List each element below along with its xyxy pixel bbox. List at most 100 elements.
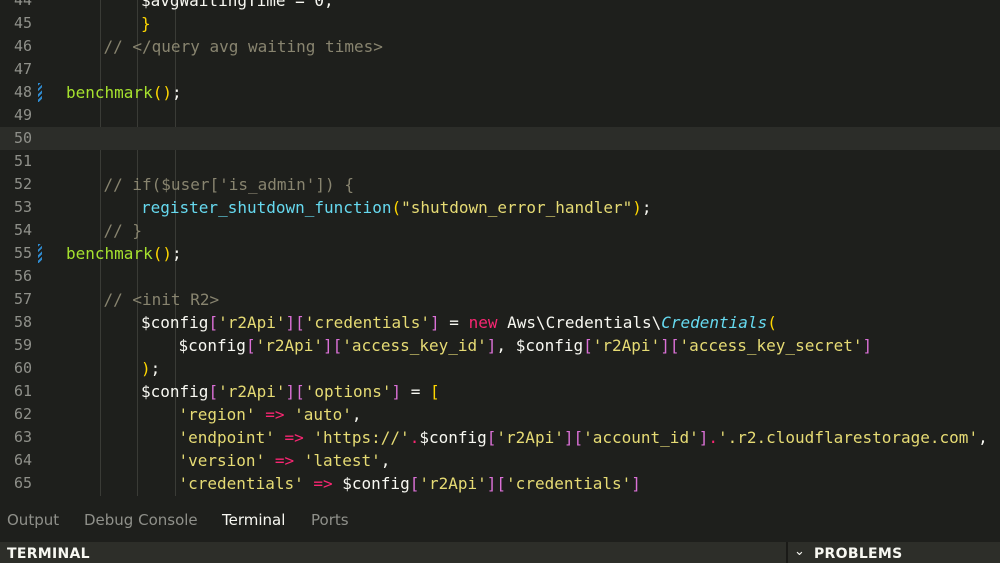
problems-section-header[interactable]: ⌄ PROBLEMS	[788, 542, 1000, 563]
code-token: [	[409, 474, 420, 493]
code-line[interactable]: 52 // if($user['is_admin']) {	[0, 173, 1000, 196]
code-line[interactable]: 53 register_shutdown_function("shutdown_e…	[0, 196, 1000, 219]
code-line[interactable]: 63'endpoint' => 'https://'.$config['r2Ap…	[0, 426, 1000, 449]
code-text: benchmark();	[66, 242, 182, 265]
code-token: 'r2Api'	[496, 428, 564, 447]
code-text: // </query avg waiting times>	[104, 35, 383, 58]
code-text: benchmark();	[66, 81, 182, 104]
line-number: 65	[13, 474, 32, 492]
problems-header-label: PROBLEMS	[814, 546, 903, 562]
code-token: )	[141, 359, 151, 378]
code-line[interactable]: 44 $avgWaitingTime = 0;	[0, 0, 1000, 12]
modified-line-marker[interactable]	[38, 83, 42, 102]
code-token: // <init R2>	[103, 290, 220, 309]
code-line[interactable]: 58 $config['r2Api']['credentials'] = new …	[0, 311, 1000, 334]
code-line[interactable]: 47	[0, 58, 1000, 81]
panel-tab-bar: Output Debug Console Terminal Ports	[0, 496, 1000, 543]
code-token: [	[430, 382, 440, 401]
code-token: // }	[103, 221, 143, 240]
code-token: )	[632, 198, 642, 217]
code-line[interactable]: 55 benchmark();	[0, 242, 1000, 265]
tab-terminal[interactable]: Terminal	[222, 511, 285, 529]
code-text: register_shutdown_function("shutdown_err…	[141, 196, 652, 219]
code-line[interactable]: 48 benchmark();	[0, 81, 1000, 104]
code-token: register_shutdown_function	[141, 198, 392, 217]
code-line[interactable]: 51	[0, 150, 1000, 173]
code-token: 'access_key_secret'	[679, 336, 863, 355]
code-token: ()	[152, 83, 172, 102]
line-number: 51	[13, 152, 32, 170]
line-number: 63	[13, 428, 32, 446]
code-token: $config	[141, 313, 209, 332]
line-number: 53	[13, 198, 32, 216]
line-number: 48	[13, 83, 32, 101]
code-text: // <init R2>	[104, 288, 220, 311]
code-token: ]	[862, 336, 873, 355]
line-number: 55	[13, 244, 32, 262]
code-token: ]	[391, 382, 402, 401]
code-line[interactable]: 59 $config['r2Api']['access_key_id'], $co…	[0, 334, 1000, 357]
code-line[interactable]: 50	[0, 127, 1000, 150]
code-line[interactable]: 61 $config['r2Api']['options'] = [	[0, 380, 1000, 403]
code-line[interactable]: 56	[0, 265, 1000, 288]
code-token: ;	[641, 198, 652, 217]
code-line[interactable]: 49	[0, 104, 1000, 127]
code-token: ;	[171, 244, 182, 263]
code-token: Credentials	[661, 313, 768, 332]
line-number: 54	[13, 221, 32, 239]
line-number: 59	[13, 336, 32, 354]
line-number: 60	[13, 359, 32, 377]
line-number: 61	[13, 382, 32, 400]
chevron-down-icon[interactable]: ⌄	[794, 544, 805, 559]
code-token: (	[391, 198, 402, 217]
code-line[interactable]: 46 // </query avg waiting times>	[0, 35, 1000, 58]
code-token: 'r2Api'	[592, 336, 661, 355]
code-token: ][	[660, 336, 680, 355]
code-token: ]	[486, 336, 497, 355]
code-token: ,	[496, 336, 516, 355]
code-token: // </query avg waiting times>	[103, 37, 383, 56]
tab-debug-console[interactable]: Debug Console	[84, 511, 198, 529]
code-line[interactable]: 65 'credentials' => $config['r2Api']['cre…	[0, 472, 1000, 495]
line-number: 49	[13, 106, 32, 124]
code-token: =>	[274, 428, 314, 447]
code-token: [	[208, 382, 219, 401]
tab-ports[interactable]: Ports	[311, 511, 349, 529]
code-token: ()	[152, 244, 172, 263]
code-line[interactable]: 57 // <init R2>	[0, 288, 1000, 311]
code-text: 'credentials' => $config['r2Api']['crede…	[179, 472, 641, 495]
code-token: (	[767, 313, 777, 332]
code-token: [	[245, 336, 256, 355]
code-token: ]	[698, 428, 709, 447]
code-token: 'region'	[178, 405, 256, 424]
code-token: benchmark	[66, 83, 153, 102]
code-token: 'options'	[304, 382, 392, 401]
code-token: '.r2.cloudflarestorage.com'	[717, 428, 979, 447]
code-token: new	[468, 313, 498, 332]
code-line[interactable]: 45}	[0, 12, 1000, 35]
code-token: // if($user['is_admin']) {	[103, 175, 354, 194]
code-token: 'https://'	[313, 428, 410, 447]
code-token: $config	[342, 474, 410, 493]
terminal-header-label: TERMINAL	[7, 546, 90, 562]
code-line[interactable]: 54 // }	[0, 219, 1000, 242]
code-token: ][	[285, 382, 305, 401]
code-token: ][	[563, 428, 584, 447]
line-number: 45	[13, 14, 32, 32]
terminal-section-header[interactable]: TERMINAL	[0, 542, 786, 563]
code-line[interactable]: 60);	[0, 357, 1000, 380]
code-token: 'access_key_id'	[342, 336, 487, 355]
code-token: 'latest'	[303, 451, 381, 470]
code-token: 'version'	[178, 451, 266, 470]
code-token: 'credentials'	[506, 474, 632, 493]
code-token: "shutdown_error_handler"	[401, 198, 633, 217]
code-token: [	[208, 313, 219, 332]
code-line[interactable]: 64 'version' => 'latest',	[0, 449, 1000, 472]
tab-output[interactable]: Output	[7, 511, 59, 529]
code-token: ][	[323, 336, 343, 355]
code-token: =	[401, 382, 431, 401]
code-line[interactable]: 62 'region' => 'auto',	[0, 403, 1000, 426]
code-editor[interactable]: 44 $avgWaitingTime = 0; 45} 46 // </query av…	[0, 0, 1000, 496]
modified-line-marker[interactable]	[38, 244, 42, 263]
code-text: );	[141, 357, 160, 380]
